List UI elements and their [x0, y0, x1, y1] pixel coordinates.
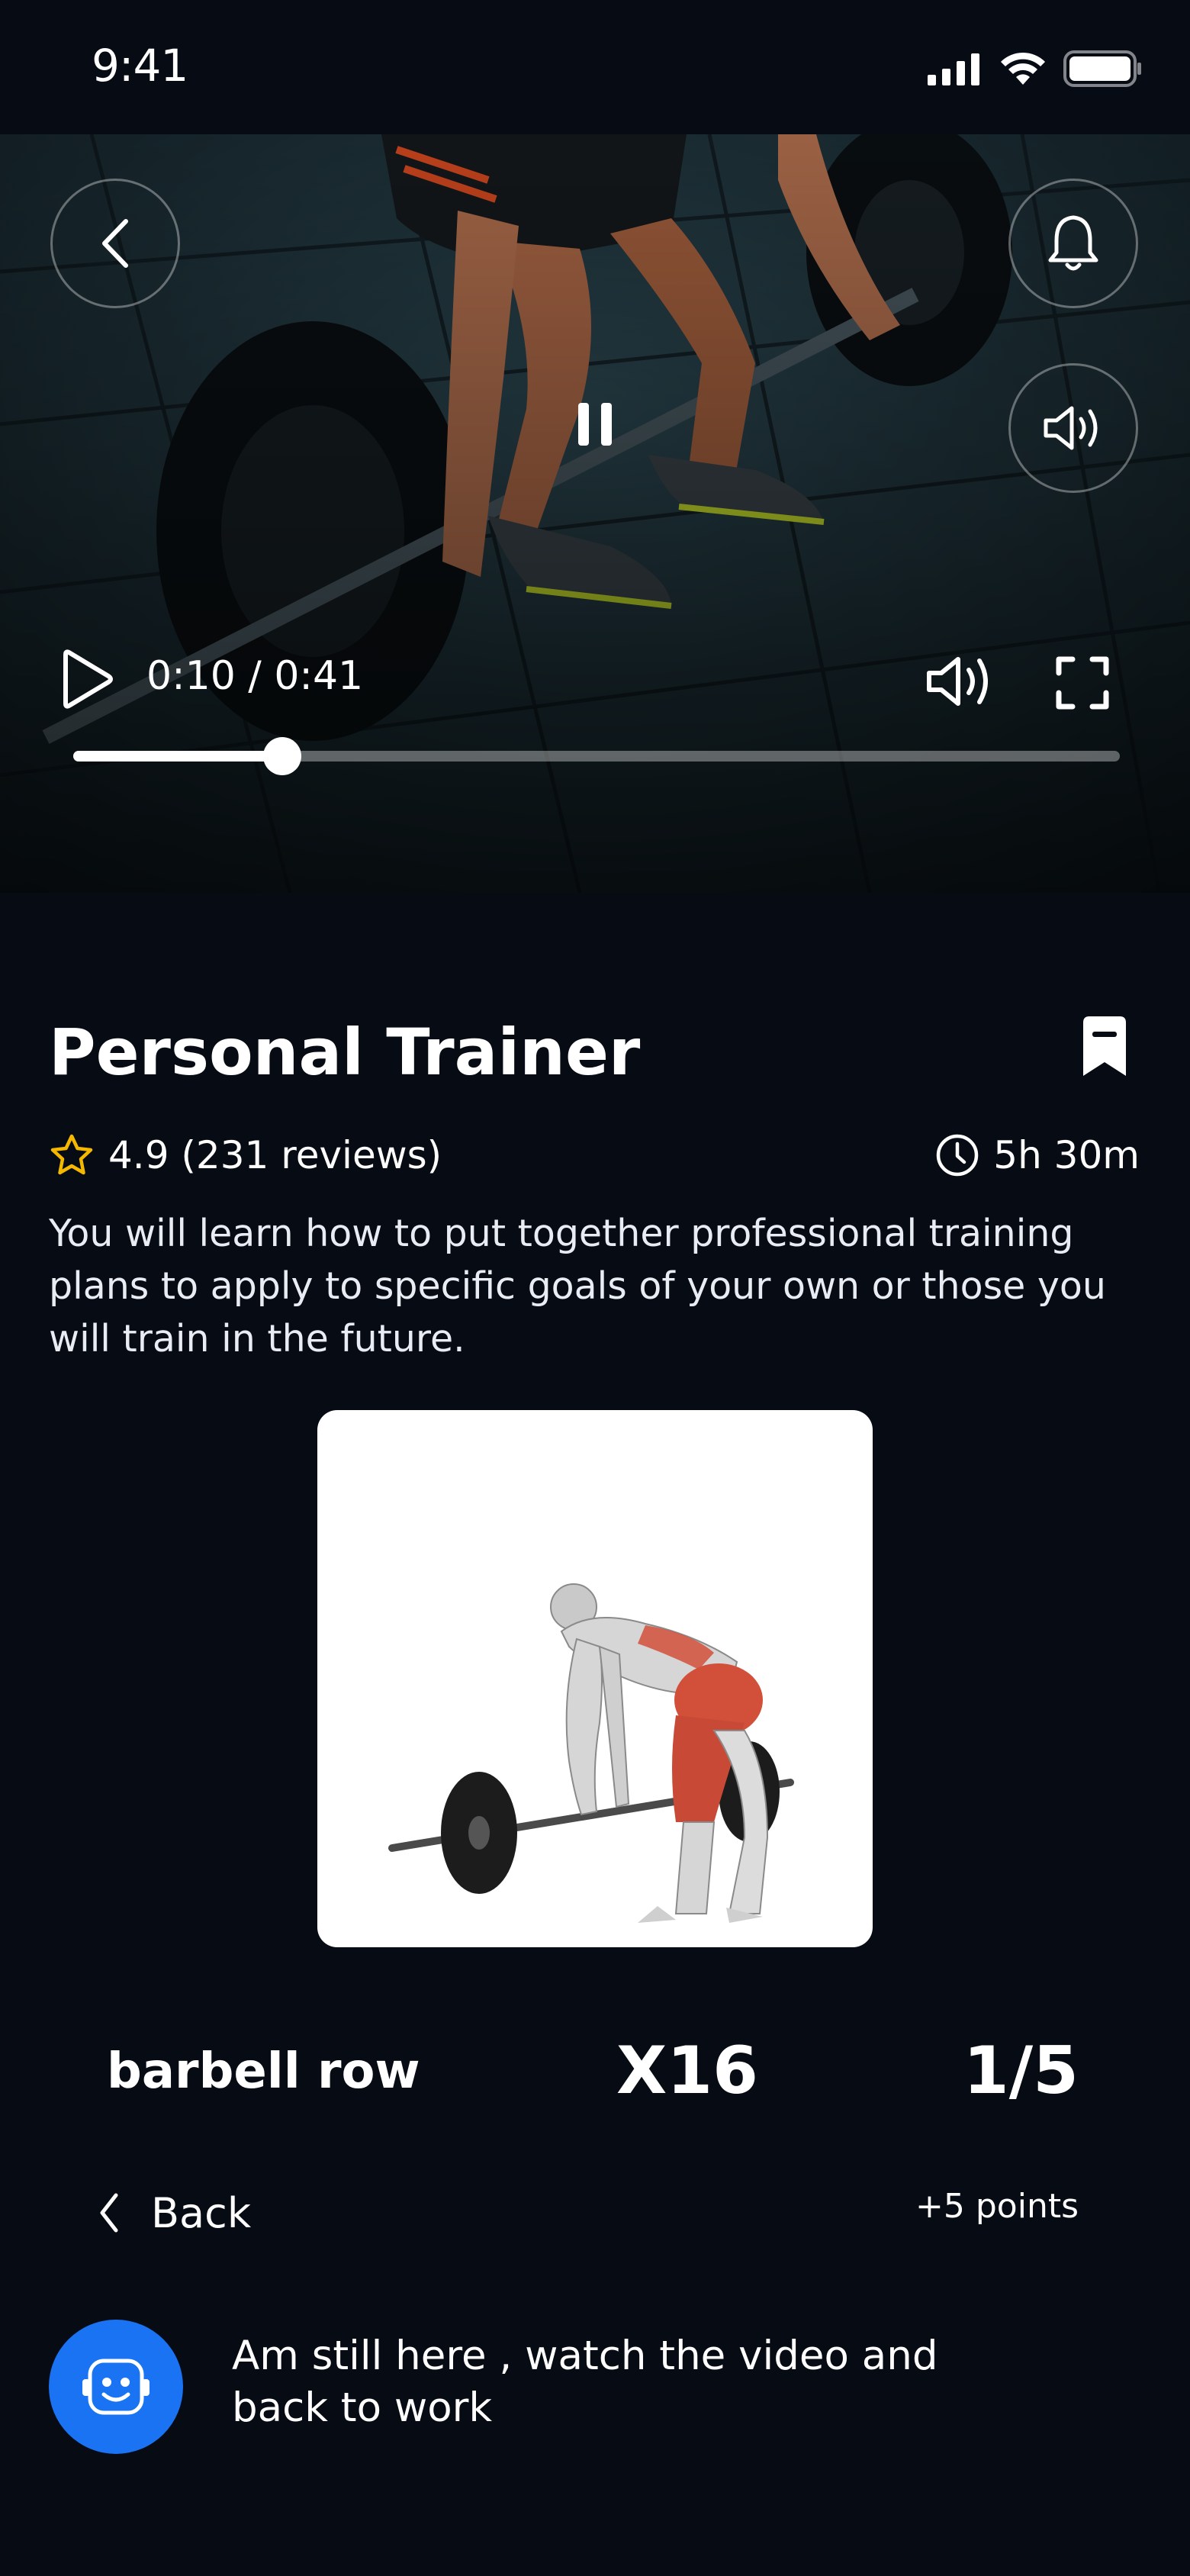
page-title: Personal Trainer [49, 1015, 641, 1090]
rating-text: 4.9 (231 reviews) [108, 1133, 442, 1177]
clock-icon [937, 1134, 979, 1177]
barbell-row-illustration [388, 1583, 794, 1923]
notification-button[interactable] [1008, 179, 1138, 308]
back-button[interactable] [50, 179, 180, 308]
speaker-icon [1044, 406, 1098, 450]
play-icon [63, 649, 113, 709]
course-duration: 5h 30m [935, 1125, 1140, 1186]
exercise-name: barbell row [107, 2043, 420, 2100]
duration-text: 5h 30m [993, 1133, 1140, 1177]
bookmark-button[interactable] [1079, 1015, 1130, 1082]
fullscreen-button[interactable] [1056, 656, 1109, 710]
chevron-left-icon [102, 219, 128, 268]
signal-icon [928, 53, 979, 85]
rating: 4.9 (231 reviews) [49, 1125, 442, 1186]
battery-icon [1063, 50, 1141, 87]
bookmark-icon [1083, 1016, 1126, 1076]
status-icons [928, 46, 1143, 92]
chevron-left-icon [100, 2193, 118, 2233]
video-progress-bar[interactable] [73, 737, 1120, 775]
wifi-icon [1001, 52, 1045, 85]
play-button[interactable] [53, 647, 117, 711]
exercise-illustration [317, 1410, 873, 1947]
volume-button[interactable] [925, 653, 998, 710]
assistant-avatar[interactable] [49, 2320, 183, 2454]
sound-button[interactable] [1008, 363, 1138, 493]
exercise-set-counter: 1/5 [963, 2033, 1079, 2109]
video-progress-fill [73, 751, 282, 762]
status-bar: 9:41 [0, 0, 1190, 134]
status-time: 9:41 [92, 40, 188, 92]
fullscreen-icon [1056, 656, 1109, 710]
volume-icon [927, 657, 988, 706]
robot-face-icon [82, 2359, 150, 2415]
bell-icon [1048, 215, 1098, 271]
pause-button[interactable] [557, 386, 633, 462]
points-badge: +5 points [915, 2187, 1079, 2226]
assistant-message: Am still here , watch the video and back… [232, 2333, 938, 2431]
pause-icon [578, 403, 612, 446]
video-player[interactable]: 0:10 / 0:41 [0, 134, 1190, 893]
star-icon [50, 1134, 93, 1175]
video-scrubber-handle[interactable] [263, 737, 301, 775]
back-link[interactable]: Back [98, 2182, 251, 2243]
exercise-reps: X16 [616, 2033, 758, 2109]
video-time: 0:10 / 0:41 [146, 653, 364, 699]
course-description: You will learn how to put together profe… [49, 1212, 1106, 1360]
back-label: Back [151, 2188, 252, 2237]
